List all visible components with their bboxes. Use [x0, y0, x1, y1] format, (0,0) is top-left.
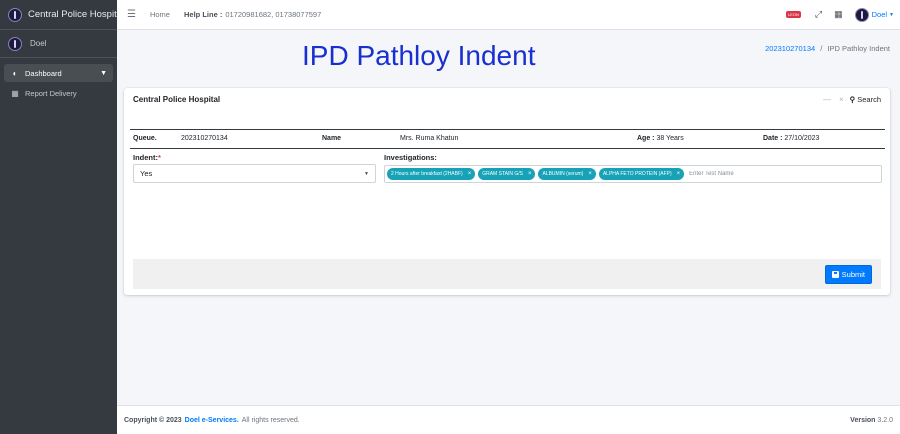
name-value: Mrs. Ruma Khatun [400, 135, 459, 142]
copyright-text: Copyright © 2023 [124, 416, 182, 424]
user-avatar-icon [8, 36, 22, 51]
caret-down-icon[interactable]: ▼ [889, 12, 894, 18]
company-link[interactable]: Doel e-Services. [185, 417, 239, 424]
name-label: Name [322, 135, 342, 142]
submit-label: Submit [841, 269, 865, 279]
caret-down-icon: ▼ [364, 170, 369, 177]
notification-badge[interactable]: LEON [785, 11, 801, 18]
patient-info-row: Queue. 202310270134 Name Mrs. Ruma Khatu… [130, 129, 885, 149]
version-info: Version 3.2.0 [850, 417, 893, 424]
grid-icon[interactable]: ▦ [834, 9, 843, 20]
card-tools: — × ⚲ Search [815, 95, 881, 104]
sidebar-item-report-delivery[interactable]: ▦ Report Delivery [4, 84, 113, 102]
user-panel[interactable]: Doel [0, 30, 117, 58]
age-field: Age : 38 Years [637, 135, 684, 142]
search-label: Search [857, 94, 881, 104]
top-navbar: ☰ Home Help Line : 01720981682, 01738077… [117, 0, 900, 30]
date-label: Date : [763, 135, 783, 142]
page-title: IPD Pathloy Indent [302, 40, 536, 71]
queue-label: Queue. [133, 135, 157, 142]
helpline-numbers: 01720981682, 01738077597 [225, 10, 322, 19]
home-link[interactable]: Home [150, 10, 170, 19]
card-title: Central Police Hospital [133, 94, 221, 104]
building-icon: ▦ [11, 88, 19, 98]
card-header: Central Police Hospital — × ⚲ Search [124, 88, 890, 110]
navbar-right: LEON ⤢ ▦ Doel ▼ [785, 7, 900, 22]
submit-button[interactable]: Submit [824, 264, 872, 284]
user-dropdown[interactable]: Doel [872, 10, 887, 19]
tag-label: ALPHA FETO PROTEIN (AFP) [602, 171, 672, 177]
investigation-tag: ALPHA FETO PROTEIN (AFP) × [598, 168, 685, 180]
user-panel-name: Doel [30, 39, 47, 48]
indent-selected-value: Yes [140, 169, 153, 178]
search-button[interactable]: ⚲ Search [850, 95, 881, 104]
sidebar: Central Police Hospital Doel ◐ Dashboard… [0, 0, 124, 434]
remove-tag-icon[interactable]: × [588, 171, 592, 177]
search-icon: ⚲ [849, 94, 856, 104]
investigation-tag: ALBUMIN (serum) × [538, 168, 596, 180]
breadcrumb: 202310270134 / IPD Pathloy Indent [765, 44, 890, 53]
card-footer: Submit [133, 259, 881, 289]
rights-text: All rights reserved. [241, 416, 300, 424]
investigation-tag: 2 Hours after breakfast (2HABF) × [387, 168, 476, 180]
date-value: 27/10/2023 [784, 135, 820, 142]
fullscreen-icon[interactable]: ⤢ [815, 9, 822, 20]
chevron-down-icon: ▼ [100, 69, 107, 77]
test-name-input[interactable] [689, 171, 810, 177]
age-label: Age : [637, 135, 655, 142]
helpline-label: Help Line : [183, 10, 223, 19]
investigations-label: Investigations: [384, 153, 437, 162]
user-avatar-icon[interactable] [854, 7, 869, 22]
investigations-tag-input[interactable]: 2 Hours after breakfast (2HABF) × GRAM S… [384, 165, 882, 183]
tag-label: ALBUMIN (serum) [542, 171, 584, 177]
version-label: Version [850, 416, 876, 424]
close-icon[interactable]: × [839, 95, 844, 104]
required-marker: * [158, 153, 161, 162]
sidebar-item-dashboard[interactable]: ◐ Dashboard ▼ [4, 64, 113, 82]
remove-tag-icon[interactable]: × [528, 171, 532, 177]
brand-name: Central Police Hospital [28, 9, 125, 20]
breadcrumb-link[interactable]: 202310270134 [765, 44, 815, 53]
age-value: 38 Years [656, 135, 684, 142]
tachometer-icon: ◐ [12, 68, 18, 78]
menu-toggle-icon[interactable]: ☰ [127, 9, 136, 20]
indent-label-text: Indent: [133, 153, 158, 162]
main-footer: Copyright © 2023 Doel e-Services. All ri… [117, 405, 900, 434]
indent-select[interactable]: Yes ▼ [133, 164, 376, 183]
minimize-icon[interactable]: — [823, 95, 831, 104]
tag-label: GRAM STAIN G/S [482, 171, 523, 177]
indent-card: Central Police Hospital — × ⚲ Search Que… [124, 88, 890, 295]
indent-label: Indent:* [133, 153, 161, 162]
sidebar-nav: ◐ Dashboard ▼ ▦ Report Delivery [0, 58, 117, 110]
hospital-logo-icon [8, 7, 22, 22]
version-value: 3.2.0 [877, 416, 893, 424]
brand-link[interactable]: Central Police Hospital [0, 0, 124, 30]
breadcrumb-separator: / [820, 44, 823, 53]
save-icon [831, 270, 839, 278]
breadcrumb-current: IPD Pathloy Indent [827, 44, 890, 53]
sidebar-item-label: Report Delivery [25, 88, 77, 98]
date-field: Date : 27/10/2023 [763, 135, 819, 142]
remove-tag-icon[interactable]: × [468, 171, 472, 177]
investigation-tag: GRAM STAIN G/S × [478, 168, 536, 180]
sidebar-item-label: Dashboard [25, 68, 62, 78]
queue-value: 202310270134 [181, 135, 228, 142]
tag-label: 2 Hours after breakfast (2HABF) [391, 171, 463, 177]
remove-tag-icon[interactable]: × [677, 171, 681, 177]
